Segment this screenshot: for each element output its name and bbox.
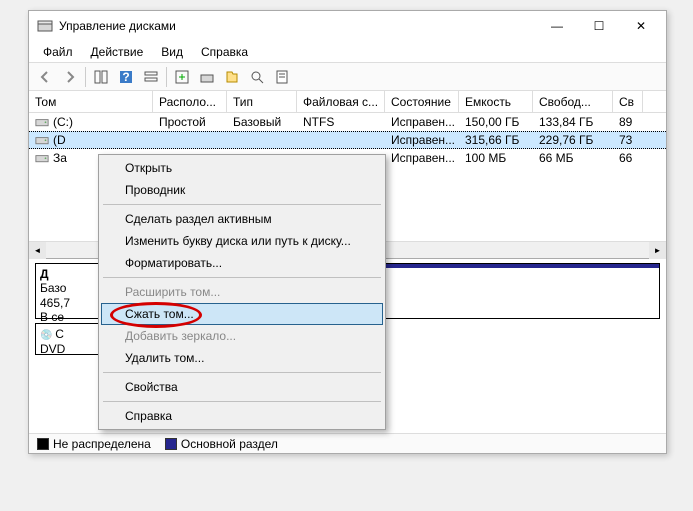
cell: Исправен... (385, 132, 459, 148)
context-menu-item: Расширить том... (101, 281, 383, 303)
col-fs[interactable]: Файловая с... (297, 91, 385, 112)
forward-button[interactable] (58, 66, 82, 88)
app-icon (37, 18, 53, 34)
legend: Не распределена Основной раздел (29, 433, 666, 453)
cell (153, 132, 227, 148)
cell (227, 132, 297, 148)
context-menu-item[interactable]: Сжать том... (101, 303, 383, 325)
cell: 133,84 ГБ (533, 113, 613, 131)
cell (297, 132, 385, 148)
menu-separator (103, 204, 381, 205)
scroll-left-button[interactable]: ◄ (29, 242, 46, 259)
cell: Исправен... (385, 149, 459, 167)
close-button[interactable]: ✕ (620, 12, 662, 40)
properties-icon[interactable] (270, 66, 294, 88)
volume-row[interactable]: (D Исправен...315,66 ГБ229,76 ГБ73 (29, 131, 666, 149)
titlebar[interactable]: Управление дисками — ☐ ✕ (29, 11, 666, 41)
col-volume[interactable]: Том (29, 91, 153, 112)
cell: Простой (153, 113, 227, 131)
context-menu-item[interactable]: Проводник (101, 179, 383, 201)
menu-help[interactable]: Справка (193, 43, 256, 61)
context-menu-item[interactable]: Удалить том... (101, 347, 383, 369)
menu-view[interactable]: Вид (153, 43, 191, 61)
col-status[interactable]: Состояние (385, 91, 459, 112)
col-capacity[interactable]: Емкость (459, 91, 533, 112)
search-icon[interactable] (245, 66, 269, 88)
scroll-right-button[interactable]: ► (649, 242, 666, 259)
toolbar: ? (29, 63, 666, 91)
highlight-ellipse (110, 302, 202, 328)
minimize-button[interactable]: — (536, 12, 578, 40)
cell: Исправен... (385, 113, 459, 131)
svg-text:?: ? (122, 70, 129, 84)
menu-separator (103, 372, 381, 373)
col-free[interactable]: Свобод... (533, 91, 613, 112)
menu-separator (103, 401, 381, 402)
context-menu-item[interactable]: Изменить букву диска или путь к диску... (101, 230, 383, 252)
col-pct[interactable]: Св (613, 91, 643, 112)
menubar: Файл Действие Вид Справка (29, 41, 666, 63)
volume-row[interactable]: (C:)ПростойБазовыйNTFSИсправен...150,00 … (29, 113, 666, 131)
action-icon[interactable] (220, 66, 244, 88)
cell: 66 МБ (533, 149, 613, 167)
volume-icon (35, 116, 49, 128)
show-hide-button[interactable] (89, 66, 113, 88)
cell: NTFS (297, 113, 385, 131)
context-menu-item: Добавить зеркало... (101, 325, 383, 347)
scan-disks-icon[interactable] (195, 66, 219, 88)
help-icon[interactable]: ? (114, 66, 138, 88)
cell: 89 (613, 113, 643, 131)
back-button[interactable] (33, 66, 57, 88)
volume-icon (35, 152, 49, 164)
context-menu-item[interactable]: Форматировать... (101, 252, 383, 274)
maximize-button[interactable]: ☐ (578, 12, 620, 40)
context-menu: ОткрытьПроводник Сделать раздел активнымИ… (98, 154, 386, 430)
menu-action[interactable]: Действие (83, 43, 152, 61)
column-headers: Том Располо... Тип Файловая с... Состоян… (29, 91, 666, 113)
cell: (D (29, 132, 153, 148)
cell: 100 МБ (459, 149, 533, 167)
legend-unallocated: Не распределена (37, 437, 151, 451)
context-menu-item[interactable]: Свойства (101, 376, 383, 398)
cell: 66 (613, 149, 643, 167)
cell: Базовый (227, 113, 297, 131)
window-title: Управление дисками (59, 19, 536, 33)
cell: 150,00 ГБ (459, 113, 533, 131)
cell: (C:) (29, 113, 153, 131)
menu-file[interactable]: Файл (35, 43, 81, 61)
col-layout[interactable]: Располо... (153, 91, 227, 112)
cell: 229,76 ГБ (533, 132, 613, 148)
cell: 315,66 ГБ (459, 132, 533, 148)
context-menu-item[interactable]: Открыть (101, 157, 383, 179)
settings-icon[interactable] (139, 66, 163, 88)
col-type[interactable]: Тип (227, 91, 297, 112)
context-menu-item[interactable]: Справка (101, 405, 383, 427)
legend-primary: Основной раздел (165, 437, 278, 451)
menu-separator (103, 277, 381, 278)
cell: 73 (613, 132, 643, 148)
context-menu-item[interactable]: Сделать раздел активным (101, 208, 383, 230)
volume-icon (35, 134, 49, 146)
refresh-icon[interactable] (170, 66, 194, 88)
